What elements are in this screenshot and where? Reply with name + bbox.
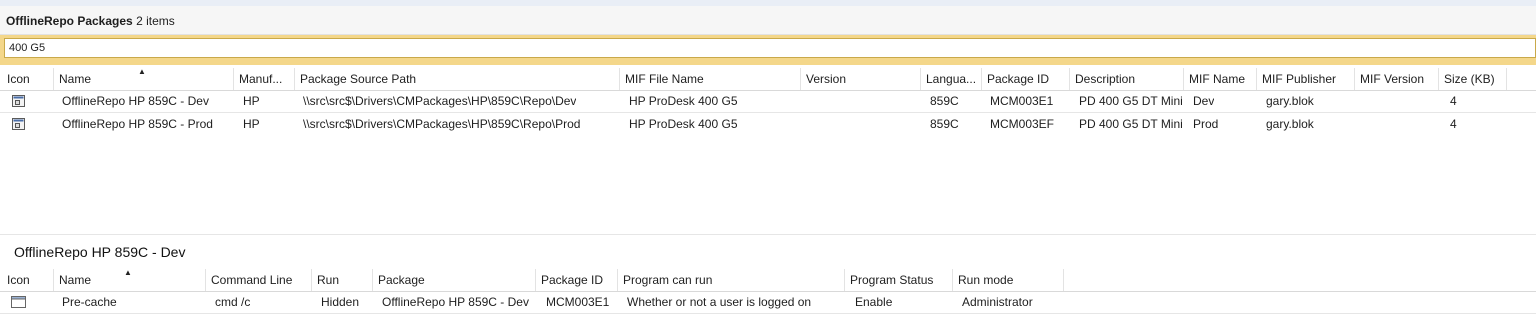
cell-mif-file-name: HP ProDesk 400 G5 <box>629 117 738 131</box>
col-command-line[interactable]: Command Line <box>206 269 312 291</box>
table-row[interactable]: OfflineRepo HP 859C - Dev HP \\src\src$\… <box>0 91 1536 113</box>
cell-program-status: Enable <box>855 295 893 309</box>
cell-package-id: MCM003E1 <box>990 94 1054 108</box>
cell-name: OfflineRepo HP 859C - Prod <box>62 117 213 131</box>
cell-mif-name: Dev <box>1193 94 1215 108</box>
cell-package-id: MCM003EF <box>990 117 1055 131</box>
panel-divider <box>0 234 1536 235</box>
col-mif-file-name[interactable]: MIF File Name <box>620 68 801 90</box>
packages-grid-header: Icon Name ▲ Manuf... Package Source Path… <box>0 67 1536 91</box>
sort-ascending-icon: ▲ <box>138 67 146 76</box>
bottom-divider <box>0 313 1536 314</box>
cell-name: Pre-cache <box>62 295 117 309</box>
cell-description: PD 400 G5 DT Mini <box>1079 94 1183 108</box>
col-version[interactable]: Version <box>801 68 921 90</box>
col-run-mode[interactable]: Run mode <box>953 269 1064 291</box>
package-icon <box>12 95 25 107</box>
programs-grid: Icon Name ▲ Command Line Run Package Pac… <box>0 268 1536 313</box>
program-icon <box>11 296 26 308</box>
search-input[interactable] <box>4 38 1536 58</box>
col-run[interactable]: Run <box>312 269 373 291</box>
cell-package: OfflineRepo HP 859C - Dev <box>382 295 529 309</box>
search-bar <box>0 35 1536 65</box>
cell-manufacturer: HP <box>243 94 260 108</box>
programs-grid-header: Icon Name ▲ Command Line Run Package Pac… <box>0 268 1536 292</box>
cell-source-path: \\src\src$\Drivers\CMPackages\HP\859C\Re… <box>303 117 581 131</box>
col-package-id[interactable]: Package ID <box>982 68 1070 90</box>
col-mif-publisher[interactable]: MIF Publisher <box>1257 68 1355 90</box>
results-header: OfflineRepo Packages 2 items <box>0 6 1536 35</box>
table-row[interactable]: Pre-cache cmd /c Hidden OfflineRepo HP 8… <box>0 292 1536 313</box>
col-package-source-path[interactable]: Package Source Path <box>295 68 620 90</box>
cell-source-path: \\src\src$\Drivers\CMPackages\HP\859C\Re… <box>303 94 577 108</box>
cell-program-can-run: Whether or not a user is logged on <box>627 295 812 309</box>
col-icon[interactable]: Icon <box>2 68 54 90</box>
col-mif-name[interactable]: MIF Name <box>1184 68 1257 90</box>
col-language[interactable]: Langua... <box>921 68 982 90</box>
cell-mif-name: Prod <box>1193 117 1219 131</box>
col-manufacturer[interactable]: Manuf... <box>234 68 295 90</box>
packages-grid: Icon Name ▲ Manuf... Package Source Path… <box>0 67 1536 234</box>
col-size-kb[interactable]: Size (KB) <box>1439 68 1507 90</box>
col-description[interactable]: Description <box>1070 68 1184 90</box>
cell-language: 859C <box>930 117 959 131</box>
col-mif-version[interactable]: MIF Version <box>1355 68 1439 90</box>
cell-description: PD 400 G5 DT Mini <box>1079 117 1183 131</box>
cell-size-kb: 4 <box>1450 117 1457 131</box>
col-package-id[interactable]: Package ID <box>536 269 618 291</box>
col-icon[interactable]: Icon <box>2 269 54 291</box>
col-package[interactable]: Package <box>373 269 536 291</box>
results-title-label: OfflineRepo Packages <box>6 14 133 28</box>
cell-name: OfflineRepo HP 859C - Dev <box>62 94 209 108</box>
details-title: OfflineRepo HP 859C - Dev <box>14 244 186 260</box>
cell-size-kb: 4 <box>1450 94 1457 108</box>
package-icon <box>12 118 25 130</box>
cell-run: Hidden <box>321 295 360 309</box>
col-program-can-run[interactable]: Program can run <box>618 269 845 291</box>
sort-ascending-icon: ▲ <box>124 268 132 277</box>
cell-manufacturer: HP <box>243 117 260 131</box>
col-program-status[interactable]: Program Status <box>845 269 953 291</box>
cell-run-mode: Administrator <box>962 295 1033 309</box>
cell-language: 859C <box>930 94 959 108</box>
results-title: OfflineRepo Packages 2 items <box>6 14 175 28</box>
cell-mif-file-name: HP ProDesk 400 G5 <box>629 94 738 108</box>
cell-package-id: MCM003E1 <box>546 295 610 309</box>
cell-mif-publisher: gary.blok <box>1266 117 1314 131</box>
cell-command-line: cmd /c <box>215 295 251 309</box>
results-count: 2 items <box>136 14 175 28</box>
cell-mif-publisher: gary.blok <box>1266 94 1314 108</box>
table-row[interactable]: OfflineRepo HP 859C - Prod HP \\src\src$… <box>0 114 1536 135</box>
